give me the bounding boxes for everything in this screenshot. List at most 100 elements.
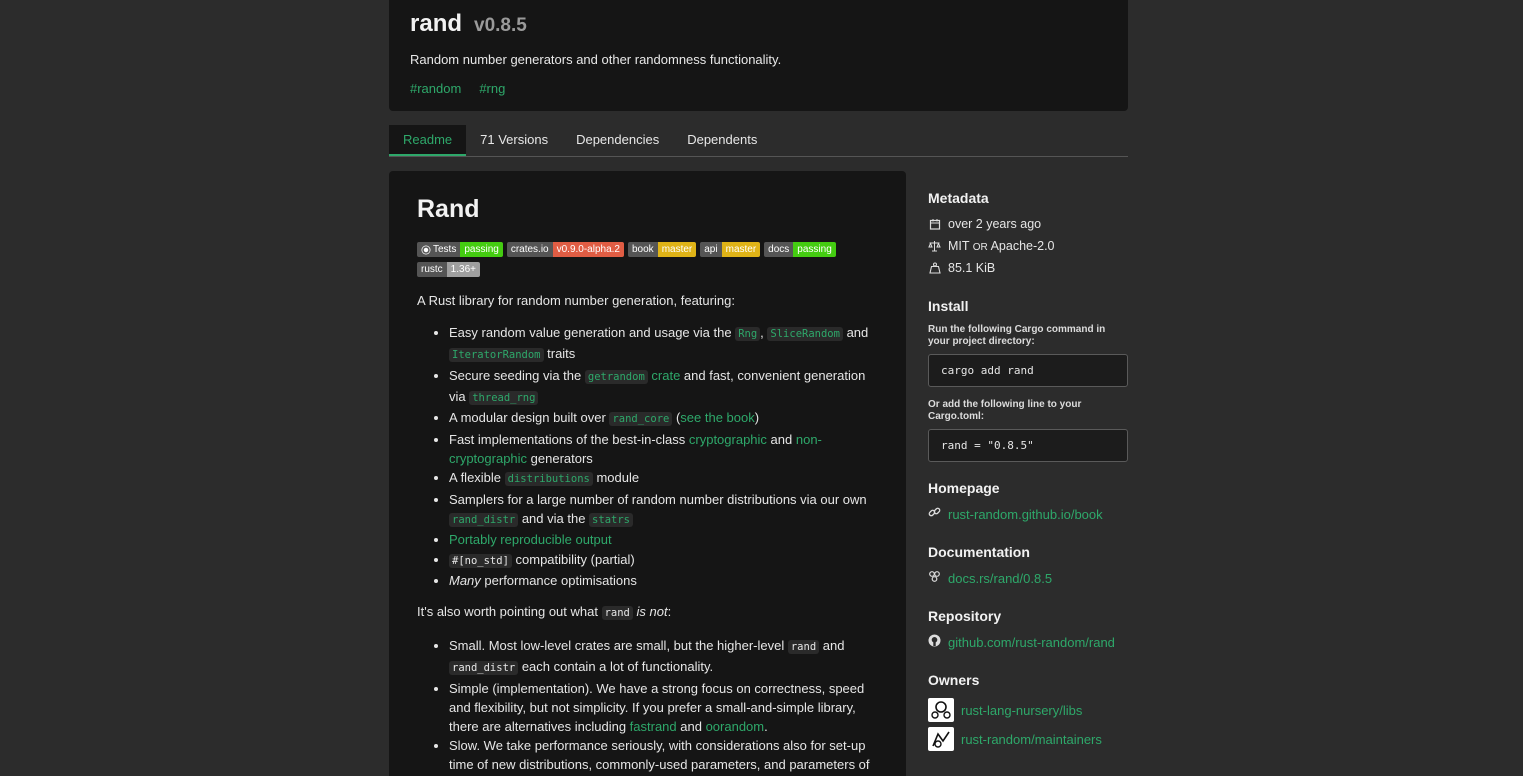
tab-readme[interactable]: Readme xyxy=(389,125,467,156)
repository-section: Repository github.com/rust-random/rand xyxy=(928,608,1128,650)
list-item: Secure seeding via the getrandom crate a… xyxy=(449,366,878,408)
code-rand: rand xyxy=(601,606,633,620)
size-row: 85.1 KiB xyxy=(928,260,1128,276)
readme-title: Rand xyxy=(417,195,480,223)
code-rng[interactable]: Rng xyxy=(735,327,761,341)
avatar xyxy=(928,698,954,722)
homepage-section: Homepage rust-random.github.io/book xyxy=(928,480,1128,522)
badge-docs[interactable]: docs passing xyxy=(764,242,836,257)
owners-title: Owners xyxy=(928,672,980,688)
crate-description: Random number generators and other rando… xyxy=(410,52,782,67)
badge-label: Tests xyxy=(433,244,457,255)
license-or: OR xyxy=(972,242,988,253)
license-text: MIT OR Apache-2.0 xyxy=(948,239,1055,253)
weight-icon xyxy=(928,262,941,275)
code-statrs[interactable]: statrs xyxy=(589,512,633,527)
badge-label: docs xyxy=(764,242,794,257)
published-date: over 2 years ago xyxy=(948,217,1042,231)
code-rand-core[interactable]: rand_core xyxy=(609,412,673,426)
install-note: Run the following Cargo command in your … xyxy=(928,324,1106,347)
badge-rustc[interactable]: rustc 1.36+ xyxy=(417,262,480,277)
feature-list: Easy random value generation and usage v… xyxy=(449,323,878,590)
owner-item[interactable]: rust-random/maintainers xyxy=(928,727,1128,751)
badge-value: passing xyxy=(793,242,836,257)
install-command[interactable]: cargo add rand xyxy=(928,354,1128,387)
list-item: #[no_std] compatibility (partial) xyxy=(449,550,878,571)
code-slicerandom[interactable]: SliceRandom xyxy=(767,327,843,341)
badge-row: Tests passing crates.io v0.9.0-alpha.2 b… xyxy=(417,242,847,277)
badge-api[interactable]: api master xyxy=(700,242,761,257)
repository-link[interactable]: github.com/rust-random/rand xyxy=(948,635,1115,650)
toml-note: Or add the following line to your Cargo.… xyxy=(928,399,1082,422)
documentation-section: Documentation docs.rs/rand/0.8.5 xyxy=(928,544,1128,586)
avatar xyxy=(928,727,954,751)
badge-value: v0.9.0-alpha.2 xyxy=(552,242,624,257)
cryptographic-link[interactable]: cryptographic xyxy=(689,432,767,447)
oorandom-link[interactable]: oorandom xyxy=(706,719,765,734)
crate-name: rand xyxy=(410,10,463,37)
code-rand-distr: rand_distr xyxy=(449,661,519,675)
crate-tabs: Readme 71 Versions Dependencies Dependen… xyxy=(389,125,1128,157)
badge-label: rustc xyxy=(417,262,447,277)
reproducible-output-link[interactable]: Portably reproducible output xyxy=(449,532,612,547)
link-icon xyxy=(928,506,941,522)
published-row: over 2 years ago xyxy=(928,216,1128,232)
owner-link[interactable]: rust-lang-nursery/libs xyxy=(961,703,1082,718)
homepage-link[interactable]: rust-random.github.io/book xyxy=(948,507,1103,522)
toml-line[interactable]: rand = "0.8.5" xyxy=(928,429,1128,462)
readme-panel: Rand Tests passing crates.io v0.9.0-alph… xyxy=(389,171,906,776)
list-item: Portably reproducible output xyxy=(449,530,878,549)
code-thread-rng[interactable]: thread_rng xyxy=(469,390,539,405)
docs-rs-icon xyxy=(928,570,941,586)
crate-size: 85.1 KiB xyxy=(948,261,996,275)
tab-dependencies[interactable]: Dependencies xyxy=(562,125,673,156)
repository-title: Repository xyxy=(928,608,1002,624)
badge-label: book xyxy=(628,242,658,257)
code-iteratorrandom[interactable]: IteratorRandom xyxy=(449,348,544,362)
calendar-icon xyxy=(928,218,941,231)
license-mit[interactable]: MIT xyxy=(948,239,969,253)
badge-label: api xyxy=(700,242,722,257)
metadata-section: Metadata over 2 years ago MIT OR Apache-… xyxy=(928,190,1128,276)
homepage-title: Homepage xyxy=(928,480,1000,496)
github-icon xyxy=(928,634,941,650)
tab-dependents[interactable]: Dependents xyxy=(673,125,771,156)
badge-value: 1.36+ xyxy=(446,262,480,277)
scale-icon xyxy=(928,240,941,253)
owner-link[interactable]: rust-random/maintainers xyxy=(961,732,1102,747)
see-the-book-link[interactable]: see the book xyxy=(680,410,754,425)
code-distributions[interactable]: distributions xyxy=(504,472,593,486)
badge-value: master xyxy=(657,242,697,257)
badge-value: master xyxy=(721,242,761,257)
list-item: Many performance optimisations xyxy=(449,571,878,590)
badge-tests[interactable]: Tests passing xyxy=(417,242,503,257)
list-item: Slow. We take performance seriously, wit… xyxy=(449,736,878,776)
license-row: MIT OR Apache-2.0 xyxy=(928,238,1128,254)
code-getrandom[interactable]: getrandom xyxy=(584,369,648,384)
list-item: Samplers for a large number of random nu… xyxy=(449,490,878,530)
badge-crates-io[interactable]: crates.io v0.9.0-alpha.2 xyxy=(506,242,624,257)
documentation-link[interactable]: docs.rs/rand/0.8.5 xyxy=(948,571,1052,586)
tab-versions[interactable]: 71 Versions xyxy=(466,125,562,156)
keyword-list: #random #rng xyxy=(410,81,1107,96)
readme-intro: A Rust library for random number generat… xyxy=(417,293,735,308)
metadata-title: Metadata xyxy=(928,190,989,206)
list-item: A modular design built over rand_core (s… xyxy=(449,408,878,429)
list-item: Small. Most low-level crates are small, … xyxy=(449,636,878,678)
badge-book[interactable]: book master xyxy=(628,242,697,257)
install-section: Install Run the following Cargo command … xyxy=(928,298,1128,462)
code-no-std: #[no_std] xyxy=(449,553,512,568)
github-icon xyxy=(422,245,430,254)
code-rand-distr[interactable]: rand_distr xyxy=(449,512,519,527)
license-apache[interactable]: Apache-2.0 xyxy=(991,239,1055,253)
fastrand-link[interactable]: fastrand xyxy=(630,719,677,734)
keyword-rng[interactable]: #rng xyxy=(479,81,505,96)
owner-item[interactable]: rust-lang-nursery/libs xyxy=(928,698,1128,722)
badge-label: crates.io xyxy=(506,242,553,257)
readme-not-intro: It's also worth pointing out what rand i… xyxy=(417,604,672,620)
badge-value: passing xyxy=(460,242,503,257)
keyword-random[interactable]: #random xyxy=(410,81,461,96)
documentation-title: Documentation xyxy=(928,544,1030,560)
crate-link[interactable]: crate xyxy=(648,368,680,383)
list-item: A flexible distributions module xyxy=(449,468,878,489)
